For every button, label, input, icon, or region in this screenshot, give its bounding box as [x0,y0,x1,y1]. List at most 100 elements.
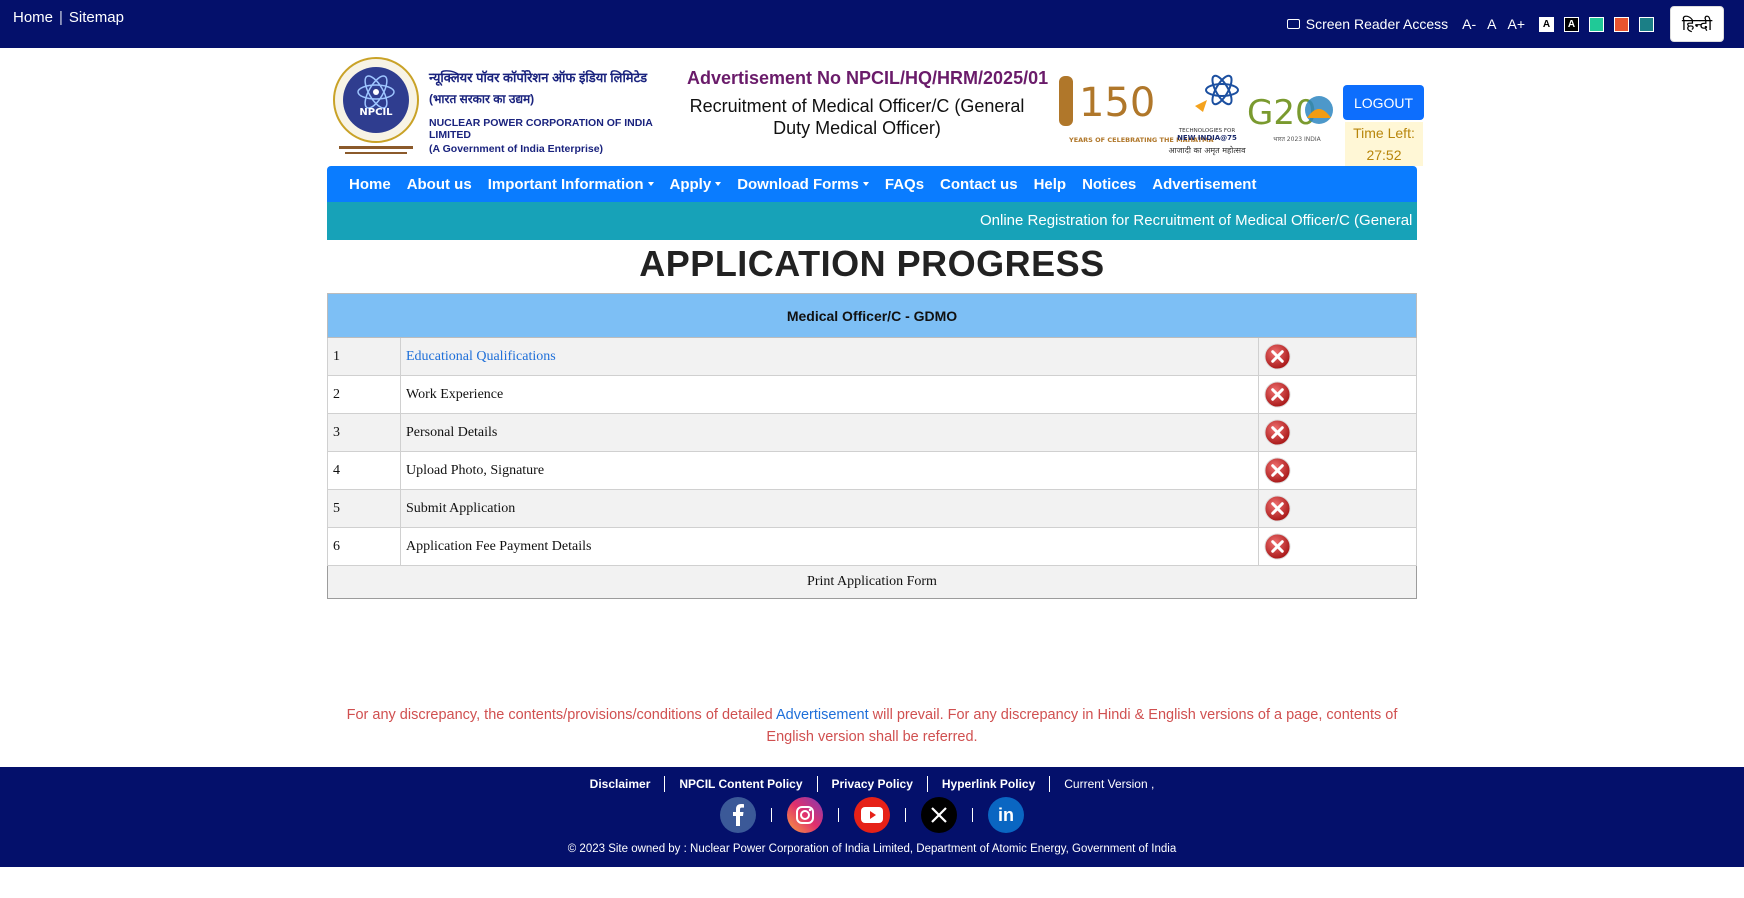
linkedin-icon[interactable]: in [988,797,1024,833]
badge-g20-sub: भारत 2023 INDIA [1273,136,1321,143]
top-home-link[interactable]: Home [13,9,53,26]
step-number: 6 [327,527,401,566]
x-glyph [931,807,947,823]
chevron-down-icon [715,182,722,186]
incomplete-x-icon [1264,381,1291,408]
table-row: 6 Application Fee Payment Details [327,527,1417,566]
table-row: 1 Educational Qualifications [327,337,1417,376]
footer-current-version: Current Version , [1064,777,1155,791]
org-name-hindi: न्यूक्लियर पॉवर कॉर्पोरेशन ऑफ इंडिया लिम… [429,70,648,85]
font-increase-button[interactable]: A+ [1507,16,1525,32]
incomplete-x-icon [1264,343,1291,370]
incomplete-x-icon [1264,419,1291,446]
top-sitemap-link[interactable]: Sitemap [69,9,124,26]
post-title: Recruitment of Medical Officer/C (Genera… [689,96,1025,138]
org-subtitle-english: (A Government of India Enterprise) [429,143,604,155]
facebook-icon[interactable] [720,797,756,833]
nav-help[interactable]: Help [1034,176,1067,193]
advertisement-number: Advertisement No NPCIL/HQ/HRM/2025/01 [687,68,1049,88]
advertisement-link[interactable]: Advertisement [776,707,869,723]
top-link-separator: | [59,9,63,26]
table-row: 2 Work Experience [327,375,1417,414]
page-title: APPLICATION PROGRESS [639,243,1105,284]
nav-important-information[interactable]: Important Information [488,176,654,193]
nav-download-forms-label: Download Forms [737,175,859,193]
step-label: Application Fee Payment Details [400,527,1259,566]
time-left-label: Time Left: [1353,125,1415,141]
badge-150-number: 150 [1079,80,1155,126]
table-heading: Medical Officer/C - GDMO [327,293,1417,338]
hindi-language-button[interactable]: हिन्दी [1670,6,1724,42]
screen-reader-icon [1286,19,1300,29]
step-number: 2 [327,375,401,414]
chevron-down-icon [647,182,654,186]
accessibility-tools: Screen Reader Access A- A A+ A A हिन्दी [1286,0,1744,48]
instagram-icon[interactable] [787,797,823,833]
footer-disclaimer-link[interactable]: Disclaimer [576,776,666,792]
x-icon[interactable] [921,797,957,833]
social-separator [905,808,906,822]
step-status [1258,413,1417,452]
org-subtitle-hindi: (भारत सरकार का उद्यम) [429,92,535,106]
nav-about-us[interactable]: About us [407,176,472,193]
main-nav: Home About us Important Information Appl… [327,166,1417,202]
npcil-emblem-icon: NPCIL [333,57,419,154]
logout-button[interactable]: LOGOUT [1343,85,1424,120]
time-left-value: 27:52 [1366,147,1402,163]
youtube-icon[interactable] [854,797,890,833]
g20-badge: G20 भारत 2023 INDIA [1247,93,1333,143]
print-application-button[interactable]: Print Application Form [327,565,1417,599]
campaign-badges: 150 YEARS OF CELEBRATING THE MAHATMA TEC… [1059,74,1333,156]
incomplete-x-icon [1264,533,1291,560]
contrast-dark-button[interactable]: A [1564,16,1579,32]
step-label: Upload Photo, Signature [400,451,1259,490]
footer-content-policy-link[interactable]: NPCIL Content Policy [665,776,818,792]
nav-faqs[interactable]: FAQs [885,176,924,193]
social-separator [771,808,772,822]
incomplete-x-icon [1264,457,1291,484]
screen-reader-link[interactable]: Screen Reader Access [1286,16,1449,32]
footer-privacy-policy-link[interactable]: Privacy Policy [818,776,928,792]
session-timer: Time Left: 27:52 [1345,122,1423,166]
badge-india75-line3: आजादी का अमृत महोत्सव [1168,145,1246,156]
emblem-label: NPCIL [359,107,393,118]
marquee-text[interactable]: Online Registration for Recruitment of M… [980,212,1417,229]
nav-notices[interactable]: Notices [1082,176,1136,193]
step-status [1258,451,1417,490]
organisation-name: न्यूक्लियर पॉवर कॉर्पोरेशन ऑफ इंडिया लिम… [429,68,669,155]
font-decrease-button[interactable]: A- [1462,16,1476,32]
announcement-marquee: Online Registration for Recruitment of M… [327,202,1417,240]
nav-important-information-label: Important Information [487,175,644,193]
org-name-english: NUCLEAR POWER CORPORATION OF INDIA LIMIT… [429,117,653,141]
nav-home[interactable]: Home [349,176,391,193]
copyright-text: © 2023 Site owned by : Nuclear Power Cor… [567,843,1177,855]
step-link-educational-qualifications[interactable]: Educational Qualifications [406,349,556,364]
screen-reader-label: Screen Reader Access [1305,16,1449,32]
footer-hyperlink-policy-link[interactable]: Hyperlink Policy [928,776,1051,792]
step-label: Work Experience [400,375,1259,414]
nav-advertisement[interactable]: Advertisement [1152,176,1256,193]
incomplete-x-icon [1264,495,1291,522]
application-progress-table: Medical Officer/C - GDMO 1 Educational Q… [327,293,1417,599]
table-row: 3 Personal Details [327,413,1417,452]
step-number: 3 [327,413,401,452]
nav-apply[interactable]: Apply [670,176,722,193]
step-number: 1 [327,337,401,376]
footer-links: Disclaimer NPCIL Content Policy Privacy … [0,776,1744,792]
youtube-glyph [861,807,883,823]
theme-green-button[interactable] [1589,16,1604,32]
contrast-light-button[interactable]: A [1539,16,1554,32]
font-normal-button[interactable]: A [1487,16,1496,32]
top-links: Home | Sitemap [13,9,124,26]
site-footer: Disclaimer NPCIL Content Policy Privacy … [0,767,1744,867]
theme-teal-button[interactable] [1639,16,1654,32]
table-header-row: Medical Officer/C - GDMO [327,293,1417,338]
social-separator [838,808,839,822]
nav-download-forms[interactable]: Download Forms [737,176,869,193]
nav-contact-us[interactable]: Contact us [940,176,1018,193]
print-row: Print Application Form [327,565,1417,599]
step-label: Submit Application [400,489,1259,528]
step-label: Educational Qualifications [400,337,1259,376]
theme-orange-button[interactable] [1614,16,1629,32]
table-row: 4 Upload Photo, Signature [327,451,1417,490]
